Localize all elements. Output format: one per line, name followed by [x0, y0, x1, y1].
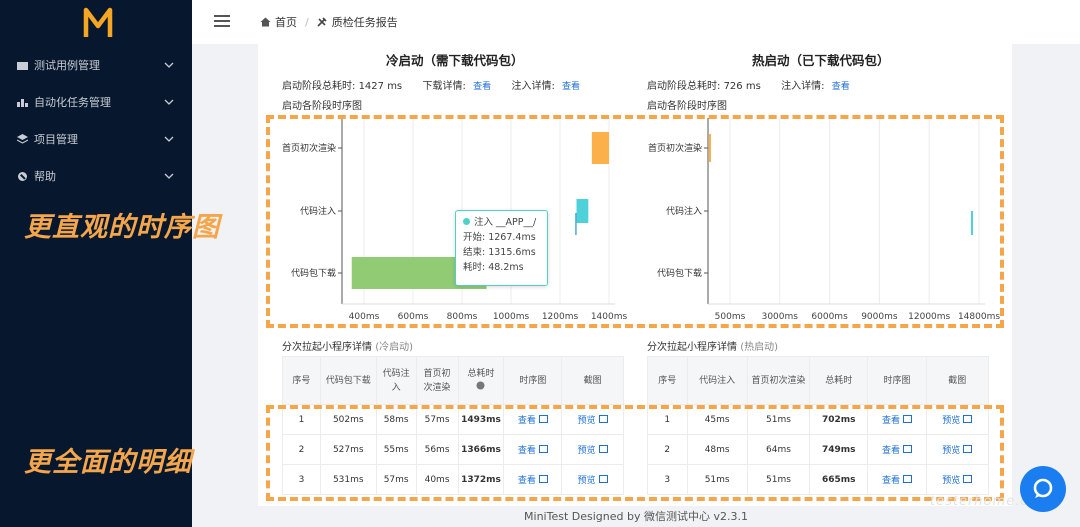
cold-table-tag: (冷启动): [375, 342, 413, 353]
sidebar-item-test-cases[interactable]: 测试用例管理: [0, 47, 192, 83]
hot-start-title: 热启动（已下载代码包）: [752, 53, 890, 68]
detail-caption: 更全面的明细: [24, 447, 192, 478]
col-header-text: 总耗时: [467, 368, 495, 379]
sidebar-item-label: 帮助: [34, 170, 56, 183]
col-header: 时序图: [503, 356, 563, 405]
col-header: 截图: [925, 356, 990, 405]
col-header: 序号: [282, 356, 321, 405]
col-header: 时序图: [867, 356, 927, 405]
hot-chart-title: 启动各阶段时序图: [647, 101, 727, 112]
chat-button[interactable]: [1020, 466, 1066, 512]
download-detail-label: 下载详情:: [422, 81, 466, 92]
home-icon: [260, 17, 271, 27]
footer: MiniTest Designed by 微信测试中心 v2.3.1: [192, 506, 1080, 527]
col-header: 代码包下载: [319, 356, 377, 405]
col-header: 序号: [647, 356, 688, 405]
breadcrumb-current: 质检任务报告: [331, 16, 398, 29]
col-header: 首页初次渲染: [415, 356, 459, 405]
sidebar-item-label: 测试用例管理: [34, 59, 100, 72]
hot-inject-detail-link[interactable]: 查看: [832, 82, 850, 92]
menu-toggle-icon[interactable]: [214, 15, 230, 27]
col-header: 截图: [561, 356, 624, 405]
folder-icon: [16, 59, 28, 71]
hot-table-tag: (热启动): [740, 342, 778, 353]
chevron-down-icon: [164, 99, 174, 105]
download-detail-link[interactable]: 查看: [473, 82, 491, 92]
cold-table-title-text: 分次拉起小程序详情: [282, 342, 372, 353]
hot-total-label: 启动阶段总耗时:: [647, 81, 721, 92]
sidebar-item-label: 自动化任务管理: [34, 96, 111, 109]
sidebar-item-help[interactable]: 帮助: [0, 158, 192, 194]
app-logo[interactable]: [83, 6, 113, 40]
col-header: 总耗时: [809, 356, 869, 405]
layers-icon: [16, 133, 28, 145]
timeline-caption: 更直观的时序图: [24, 212, 220, 243]
sidebar-item-automation[interactable]: 自动化任务管理: [0, 84, 192, 120]
breadcrumb-home[interactable]: 首页: [275, 14, 297, 30]
detail-highlight-box: [266, 405, 1004, 501]
tools-icon: [317, 17, 327, 27]
col-header: 代码注入: [686, 356, 748, 405]
inject-detail-label: 注入详情:: [511, 81, 555, 92]
help-icon: [16, 170, 28, 182]
inject-detail-link[interactable]: 查看: [562, 82, 580, 92]
bar-chart-icon: [16, 96, 28, 108]
hot-inject-detail-label: 注入详情:: [781, 81, 825, 92]
chat-icon: [1033, 478, 1053, 498]
chevron-down-icon: [164, 136, 174, 142]
hot-table-title: 分次拉起小程序详情 (热启动): [647, 338, 778, 353]
col-header: 总耗时: [457, 356, 505, 405]
chevron-down-icon: [164, 173, 174, 179]
cold-chart-title: 启动各阶段时序图: [282, 101, 362, 112]
hot-total-value: 726 ms: [723, 81, 761, 92]
sidebar-item-projects[interactable]: 项目管理: [0, 121, 192, 157]
cold-total-label: 启动阶段总耗时:: [282, 81, 356, 92]
chevron-down-icon: [164, 62, 174, 68]
col-header: 代码注入: [375, 356, 417, 405]
cold-start-stats: 启动阶段总耗时: 1427 ms 下载详情: 查看 注入详情: 查看: [282, 77, 580, 92]
question-icon[interactable]: [476, 381, 485, 390]
col-header: 首页初次渲染: [746, 356, 811, 405]
cold-start-title: 冷启动（需下载代码包）: [386, 53, 524, 68]
breadcrumb: 首页 / 质检任务报告: [260, 14, 398, 30]
hot-start-stats: 启动阶段总耗时: 726 ms 注入详情: 查看: [647, 77, 850, 92]
sidebar-item-label: 项目管理: [34, 133, 78, 146]
cold-table-title: 分次拉起小程序详情 (冷启动): [282, 338, 413, 353]
timeline-highlight-box: [266, 115, 1004, 328]
cold-total-value: 1427 ms: [358, 81, 403, 92]
hot-table-title-text: 分次拉起小程序详情: [647, 342, 737, 353]
top-header: 首页 / 质检任务报告: [192, 0, 1080, 44]
